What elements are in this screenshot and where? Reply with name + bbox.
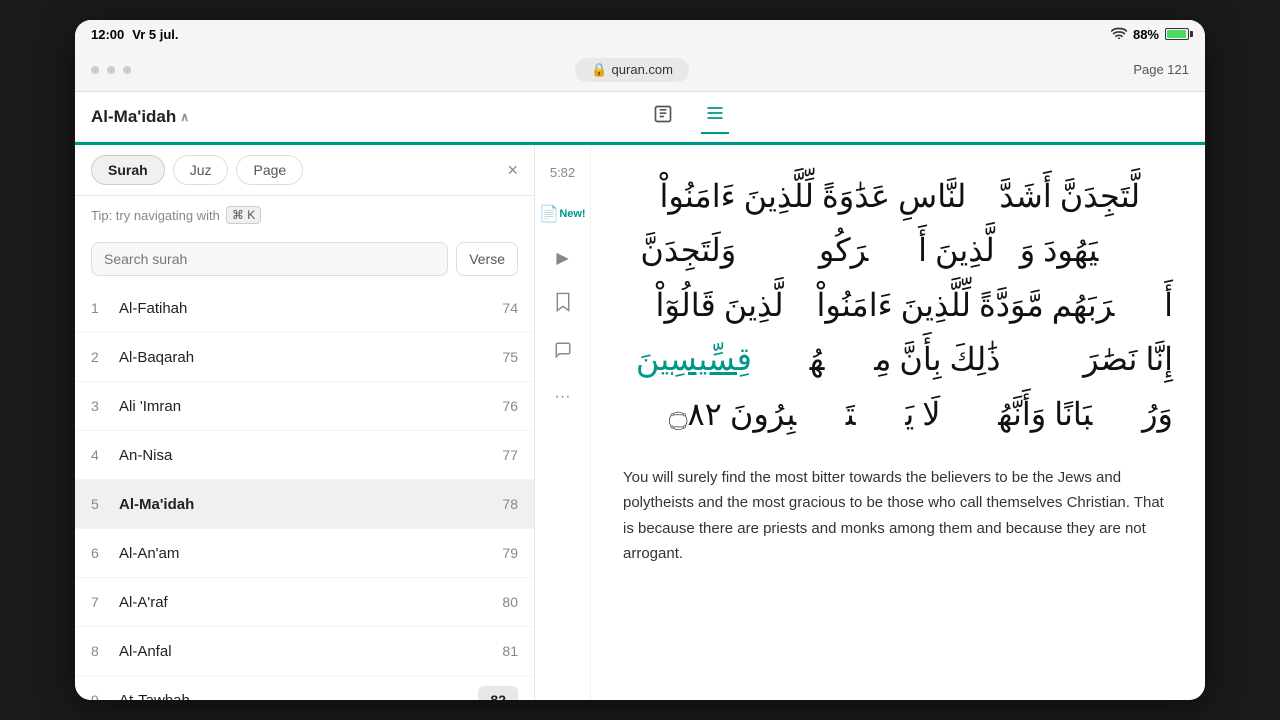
bookmark-btn[interactable] xyxy=(550,288,576,321)
surah-number: 2 xyxy=(91,349,119,365)
progress-bar xyxy=(75,142,1205,145)
surah-number: 8 xyxy=(91,643,119,659)
tab-surah[interactable]: Surah xyxy=(91,155,165,185)
list-view-btn[interactable] xyxy=(701,99,729,134)
surah-name: At-Tawbah xyxy=(119,692,478,701)
wifi-icon xyxy=(1111,27,1127,42)
tip-text: Tip: try navigating with ⌘ K xyxy=(75,196,534,234)
surah-number: 4 xyxy=(91,447,119,463)
comment-icon xyxy=(554,341,572,364)
arabic-verse-text: ۞ لَّتَجِدَنَّ أَشَدَّ ٱلنَّاسِ عَدَٰوَة… xyxy=(623,169,1173,441)
more-options-btn[interactable]: ··· xyxy=(551,384,575,410)
comment-btn[interactable] xyxy=(550,337,576,368)
verse-number: 75 xyxy=(502,343,518,371)
verse-number: 81 xyxy=(502,637,518,665)
verse-number: 80 xyxy=(502,588,518,616)
surah-number: 3 xyxy=(91,398,119,414)
nav-bar: Al-Ma'idah ∧ xyxy=(75,92,1205,142)
url-bar[interactable]: 🔒 quran.com xyxy=(143,58,1121,82)
verse-number: 79 xyxy=(502,539,518,567)
surah-name: Al-Anfal xyxy=(119,643,502,660)
sidebar-tabs: Surah Juz Page × xyxy=(75,145,534,196)
sidebar: Surah Juz Page × Tip: try navigating wit… xyxy=(75,145,535,700)
verse-number: 76 xyxy=(502,392,518,420)
search-surah-input[interactable] xyxy=(91,242,448,276)
page-number: Page 121 xyxy=(1133,62,1189,77)
verse-reference: 5:82 xyxy=(550,165,575,180)
surah-list-item[interactable]: 4 An-Nisa 77 xyxy=(75,431,534,480)
document-icon: 📄 xyxy=(539,204,559,224)
surah-number: 5 xyxy=(91,496,119,512)
surah-number: 1 xyxy=(91,300,119,316)
new-feature-btn[interactable]: 📄 New! xyxy=(535,200,589,228)
surah-title[interactable]: Al-Ma'idah ∧ xyxy=(91,107,189,127)
nav-icons xyxy=(649,99,729,134)
tab-page[interactable]: Page xyxy=(236,155,303,185)
highlighted-word: قِسِّيسِينَ xyxy=(636,341,752,377)
chevron-up-icon: ∧ xyxy=(180,110,189,124)
verse-toolbar: 5:82 📄 New! ▶ xyxy=(535,145,591,700)
new-badge-label: New! xyxy=(559,208,585,220)
verse-number: 74 xyxy=(502,294,518,322)
surah-list-item[interactable]: 5 Al-Ma'idah 78 xyxy=(75,480,534,529)
surah-name: Al-Baqarah xyxy=(119,349,502,366)
surah-list-item[interactable]: 2 Al-Baqarah 75 xyxy=(75,333,534,382)
play-icon: ▶ xyxy=(556,248,568,268)
play-audio-btn[interactable]: ▶ xyxy=(552,244,572,272)
surah-number: 7 xyxy=(91,594,119,610)
surah-list: 1 Al-Fatihah 74 2 Al-Baqarah 75 3 Ali 'I… xyxy=(75,284,534,700)
keyboard-shortcut: ⌘ K xyxy=(226,206,261,224)
verse-translation: You will surely find the most bitter tow… xyxy=(623,465,1173,567)
url-text: quran.com xyxy=(612,62,673,77)
more-icon: ··· xyxy=(555,388,571,406)
surah-name: Al-A'raf xyxy=(119,594,502,611)
surah-list-item[interactable]: 3 Ali 'Imran 76 xyxy=(75,382,534,431)
close-sidebar-btn[interactable]: × xyxy=(507,160,518,181)
reader-view-btn[interactable] xyxy=(649,99,677,134)
date: Vr 5 jul. xyxy=(132,27,178,42)
quran-area: ۞ لَّتَجِدَنَّ أَشَدَّ ٱلنَّاسِ عَدَٰوَة… xyxy=(591,145,1205,700)
lock-icon: 🔒 xyxy=(591,62,607,78)
battery-pct: 88% xyxy=(1133,27,1159,42)
verse-number: 77 xyxy=(502,441,518,469)
surah-name: Al-An'am xyxy=(119,545,502,562)
verse-number: 78 xyxy=(502,490,518,518)
verse-label: Verse xyxy=(456,242,518,276)
tab-juz[interactable]: Juz xyxy=(173,155,229,185)
time: 12:00 xyxy=(91,27,124,42)
surah-name: Al-Fatihah xyxy=(119,300,502,317)
right-content: 5:82 📄 New! ▶ xyxy=(535,145,1205,700)
status-bar: 12:00 Vr 5 jul. 88% xyxy=(75,20,1205,48)
surah-list-item[interactable]: 6 Al-An'am 79 xyxy=(75,529,534,578)
surah-list-item[interactable]: 7 Al-A'raf 80 xyxy=(75,578,534,627)
surah-number: 9 xyxy=(91,692,119,700)
surah-list-item[interactable]: 1 Al-Fatihah 74 xyxy=(75,284,534,333)
surah-number: 6 xyxy=(91,545,119,561)
verse-number: 82 xyxy=(478,686,518,700)
surah-list-item[interactable]: 8 Al-Anfal 81 xyxy=(75,627,534,676)
search-row: Verse xyxy=(75,234,534,284)
surah-list-item[interactable]: 9 At-Tawbah 82 xyxy=(75,676,534,700)
surah-name: Ali 'Imran xyxy=(119,398,502,415)
bookmark-icon xyxy=(554,292,572,317)
main-content: Surah Juz Page × Tip: try navigating wit… xyxy=(75,145,1205,700)
surah-name: An-Nisa xyxy=(119,447,502,464)
surah-name: Al-Ma'idah xyxy=(119,496,502,513)
browser-bar: 🔒 quran.com Page 121 xyxy=(75,48,1205,92)
battery-icon xyxy=(1165,28,1189,40)
